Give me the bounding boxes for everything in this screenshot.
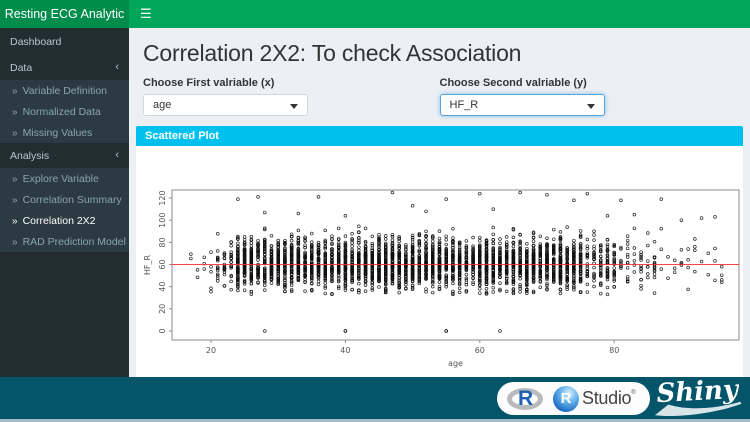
footer: R R Studio® Shiny — [0, 377, 750, 422]
top-navbar: ☰ — [129, 0, 750, 28]
first-variable-value: age — [153, 99, 171, 111]
sidebar-item-label: Explore Variable — [23, 173, 99, 185]
scatter-plot-box-header: Scattered Plot — [136, 126, 743, 146]
page-title: Correlation 2X2: To check Association — [143, 40, 750, 67]
sidebar-item-label: Variable Definition — [23, 85, 107, 97]
second-variable-value: HF_R — [450, 99, 479, 111]
rstudio-ball-icon: R — [553, 386, 579, 412]
sidebar-section-data[interactable]: Data ‹ — [0, 55, 129, 80]
second-variable-select[interactable]: HF_R — [440, 94, 605, 116]
double-angle-bullet-icon: » — [12, 107, 18, 118]
sidebar-item-label: Correlation Summary — [23, 194, 122, 206]
sidebar-section-label: Analysis — [10, 150, 49, 162]
double-angle-bullet-icon: » — [12, 174, 18, 185]
scatter-plot-box-body — [136, 146, 743, 377]
sidebar-item-normalized-data[interactable]: » Normalized Data — [0, 101, 129, 122]
double-angle-bullet-icon: » — [12, 237, 18, 248]
chevron-left-icon: ‹ — [115, 61, 119, 73]
main-content: Correlation 2X2: To check Association Ch… — [129, 28, 750, 377]
second-variable-group: Choose Second valriable (y) HF_R — [440, 77, 737, 116]
scatter-plot-canvas[interactable] — [139, 148, 743, 377]
registered-mark: ® — [631, 390, 635, 396]
caret-down-icon — [290, 104, 298, 109]
sidebar-item-missing-values[interactable]: » Missing Values — [0, 122, 129, 143]
variable-controls: Choose First valriable (x) age Choose Se… — [143, 77, 736, 116]
double-angle-bullet-icon: » — [12, 128, 18, 139]
rstudio-studio-label: Studio® — [582, 388, 635, 409]
sidebar-item-label: Missing Values — [23, 127, 93, 139]
first-variable-select[interactable]: age — [143, 94, 308, 116]
double-angle-bullet-icon: » — [12, 216, 18, 227]
caret-down-icon — [587, 104, 595, 109]
r-logo-letter: R — [518, 387, 533, 411]
sidebar-item-dashboard[interactable]: Dashboard — [0, 28, 129, 55]
sidebar-item-correlation-2x2[interactable]: » Correlation 2X2 — [0, 210, 129, 231]
sidebar: Dashboard Data ‹ » Variable Definition » Norma… — [0, 28, 129, 377]
double-angle-bullet-icon: » — [12, 86, 18, 97]
sidebar-item-label: Normalized Data — [23, 106, 101, 118]
sidebar-item-label: Correlation 2X2 — [23, 215, 96, 227]
sidebar-item-explore-variable[interactable]: » Explore Variable — [0, 168, 129, 189]
r-logo-icon: R — [507, 386, 545, 412]
sidebar-item-correlation-summary[interactable]: » Correlation Summary — [0, 189, 129, 210]
sidebar-item-label: RAD Prediction Model — [23, 236, 126, 248]
scatter-plot-box: Scattered Plot — [136, 126, 743, 377]
sidebar-item-rad-prediction-model[interactable]: » RAD Prediction Model — [0, 231, 129, 252]
second-variable-label: Choose Second valriable (y) — [440, 77, 737, 89]
app-logo[interactable]: Resting ECG Analytic — [0, 0, 129, 28]
chevron-left-icon: ‹ — [115, 149, 119, 161]
sidebar-section-label: Data — [10, 62, 32, 74]
app-window: Resting ECG Analytic ☰ Dashboard Data ‹ » Va… — [0, 0, 750, 422]
sidebar-toggle-hamburger-icon[interactable]: ☰ — [140, 5, 152, 23]
first-variable-label: Choose First valriable (x) — [143, 77, 440, 89]
shiny-logo: Shiny — [649, 376, 746, 418]
app-title: Resting ECG Analytic — [5, 7, 125, 21]
shiny-logo-text: Shiny — [649, 376, 745, 409]
sidebar-section-analysis[interactable]: Analysis ‹ — [0, 143, 129, 168]
r-rstudio-logo-pill: R R Studio® — [497, 382, 650, 415]
double-angle-bullet-icon: » — [12, 195, 18, 206]
sidebar-item-variable-definition[interactable]: » Variable Definition — [0, 80, 129, 101]
first-variable-group: Choose First valriable (x) age — [143, 77, 440, 116]
